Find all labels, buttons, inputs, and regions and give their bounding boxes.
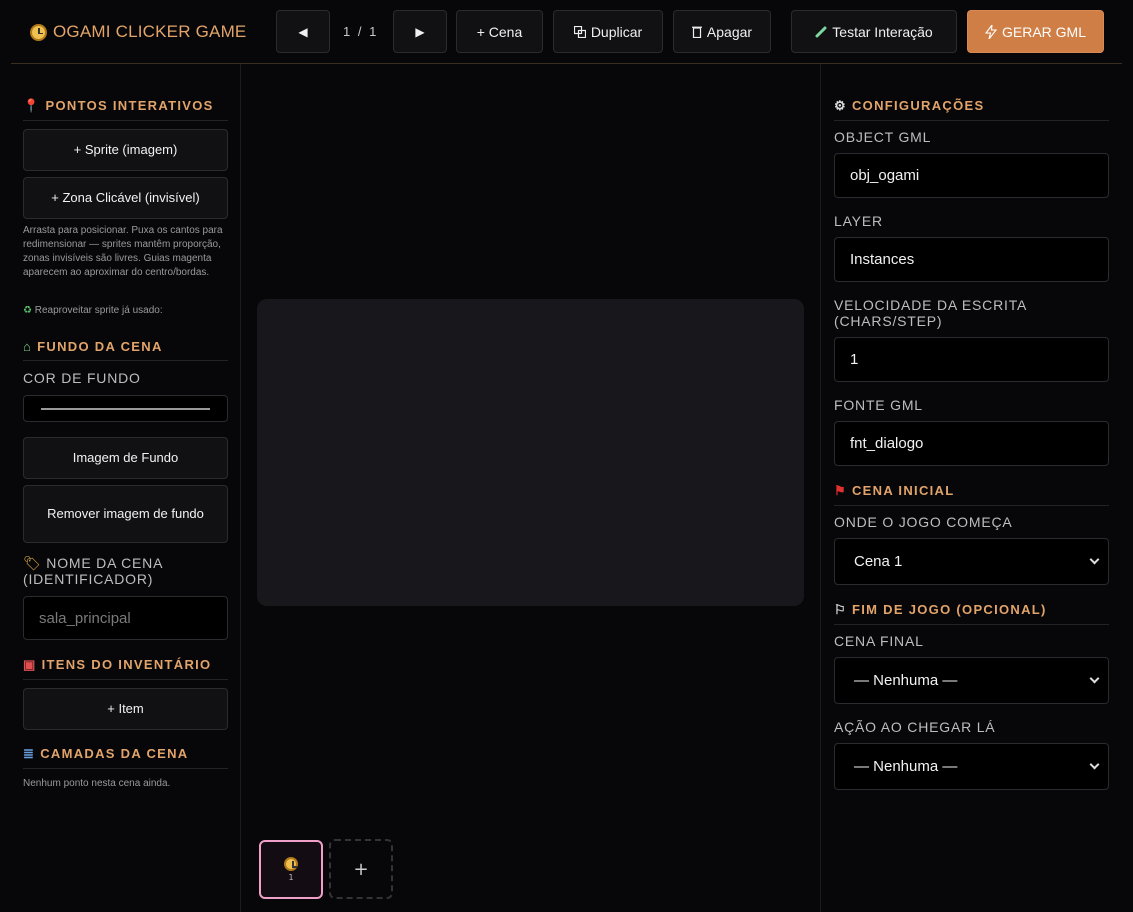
top-bar: OGAMI CLICKER GAME ◀ 1 / 1 ▶ + Cena Dupl… [0, 0, 1133, 64]
delete-button[interactable]: Apagar [673, 10, 771, 53]
scene-thumbnail-number: 1 [288, 873, 294, 882]
backpack-icon: ▣ [23, 657, 37, 672]
prev-scene-button[interactable]: ◀ [276, 10, 330, 53]
reuse-sprite-hint: ♻ Reaproveitar sprite já usado: [23, 305, 163, 316]
recycle-icon: ♻ [23, 305, 32, 316]
add-item-button[interactable]: + Item [23, 688, 228, 730]
tag-icon: 🏷 [23, 555, 42, 571]
duplicate-button[interactable]: Duplicar [553, 10, 663, 53]
triangle-right-icon: ▶ [415, 24, 425, 39]
scene-background-header: ⌂ FUNDO DA CENA [23, 339, 228, 361]
object-gml-label: OBJECT GML [834, 129, 932, 145]
add-click-zone-button[interactable]: + Zona Clicável (invisível) [23, 177, 228, 219]
generate-gml-button[interactable]: GERAR GML [967, 10, 1104, 53]
arrival-action-label: AÇÃO AO CHEGAR LÁ [834, 719, 996, 735]
drag-hint: Arrasta para posicionar. Puxa os cantos … [23, 225, 223, 278]
triangle-left-icon: ◀ [298, 24, 308, 39]
remove-bg-button[interactable]: Remover imagem de fundo [23, 485, 228, 543]
plus-icon: + [353, 858, 369, 880]
typing-speed-input[interactable]: 1 [834, 337, 1109, 382]
trash-icon [691, 26, 702, 38]
app-title: OGAMI CLICKER GAME [53, 22, 247, 41]
clock-icon [284, 857, 298, 871]
canvas-area: 1 + [241, 64, 820, 912]
add-scene-thumbnail-button[interactable]: + [329, 839, 393, 899]
typing-speed-label: VELOCIDADE DA ESCRITA (CHARS/STEP) [834, 297, 1027, 329]
arrival-action-select[interactable]: — Nenhuma — [834, 743, 1109, 790]
checkered-flag-icon: ⚐ [834, 602, 847, 617]
layers-header: ≣ CAMADAS DA CENA [23, 746, 228, 769]
next-scene-button[interactable]: ▶ [393, 10, 447, 53]
bg-color-picker[interactable] [23, 395, 228, 422]
object-gml-input[interactable]: obj_ogami [834, 153, 1109, 198]
chevron-down-icon [1089, 554, 1100, 565]
initial-scene-header: ⚑ CENA INICIAL [834, 483, 1109, 506]
settings-header: ⚙ CONFIGURAÇÕES [834, 98, 1109, 121]
layer-label: LAYER [834, 213, 883, 229]
final-scene-select[interactable]: — Nenhuma — [834, 657, 1109, 704]
bg-image-button[interactable]: Imagem de Fundo [23, 437, 228, 479]
right-panel: ⚙ CONFIGURAÇÕES OBJECT GML obj_ogami LAY… [820, 64, 1133, 912]
final-scene-label: CENA FINAL [834, 633, 924, 649]
inventory-header: ▣ ITENS DO INVENTÁRIO [23, 657, 228, 680]
pin-icon: 📍 [23, 98, 41, 113]
flag-icon: ⚑ [834, 483, 847, 498]
scene-name-input[interactable]: sala_principal [23, 596, 228, 640]
game-end-header: ⚐ FIM DE JOGO (OPCIONAL) [834, 602, 1109, 625]
duplicate-icon [573, 25, 586, 38]
test-interaction-button[interactable]: Testar Interação [791, 10, 957, 53]
start-scene-label: ONDE O JOGO COMEÇA [834, 514, 1013, 530]
clock-icon [30, 23, 47, 41]
layer-input[interactable]: Instances [834, 237, 1109, 282]
interactive-points-header: 📍 PONTOS INTERATIVOS [23, 98, 228, 121]
scene-thumbnail[interactable]: 1 [259, 840, 323, 899]
lightning-icon [984, 24, 997, 39]
add-scene-button[interactable]: + Cena [456, 10, 543, 53]
font-gml-input[interactable]: fnt_dialogo [834, 421, 1109, 466]
chevron-down-icon [1089, 759, 1100, 770]
house-icon: ⌂ [23, 339, 33, 354]
font-gml-label: FONTE GML [834, 397, 923, 413]
left-panel: 📍 PONTOS INTERATIVOS + Sprite (imagem) +… [11, 64, 241, 912]
scene-pager: 1 / 1 [343, 24, 379, 39]
test-tube-icon [815, 26, 827, 37]
chevron-down-icon [1089, 673, 1100, 684]
books-icon: ≣ [23, 746, 36, 761]
gear-icon: ⚙ [834, 98, 847, 113]
scene-stage[interactable] [257, 299, 804, 606]
start-scene-select[interactable]: Cena 1 [834, 538, 1109, 585]
bg-color-label: COR DE FUNDO [23, 370, 141, 386]
app-brand: OGAMI CLICKER GAME [30, 22, 246, 42]
layers-empty-text: Nenhum ponto nesta cena ainda. [23, 778, 171, 789]
add-sprite-button[interactable]: + Sprite (imagem) [23, 129, 228, 171]
scene-name-label: 🏷 NOME DA CENA (IDENTIFICADOR) [23, 555, 163, 587]
